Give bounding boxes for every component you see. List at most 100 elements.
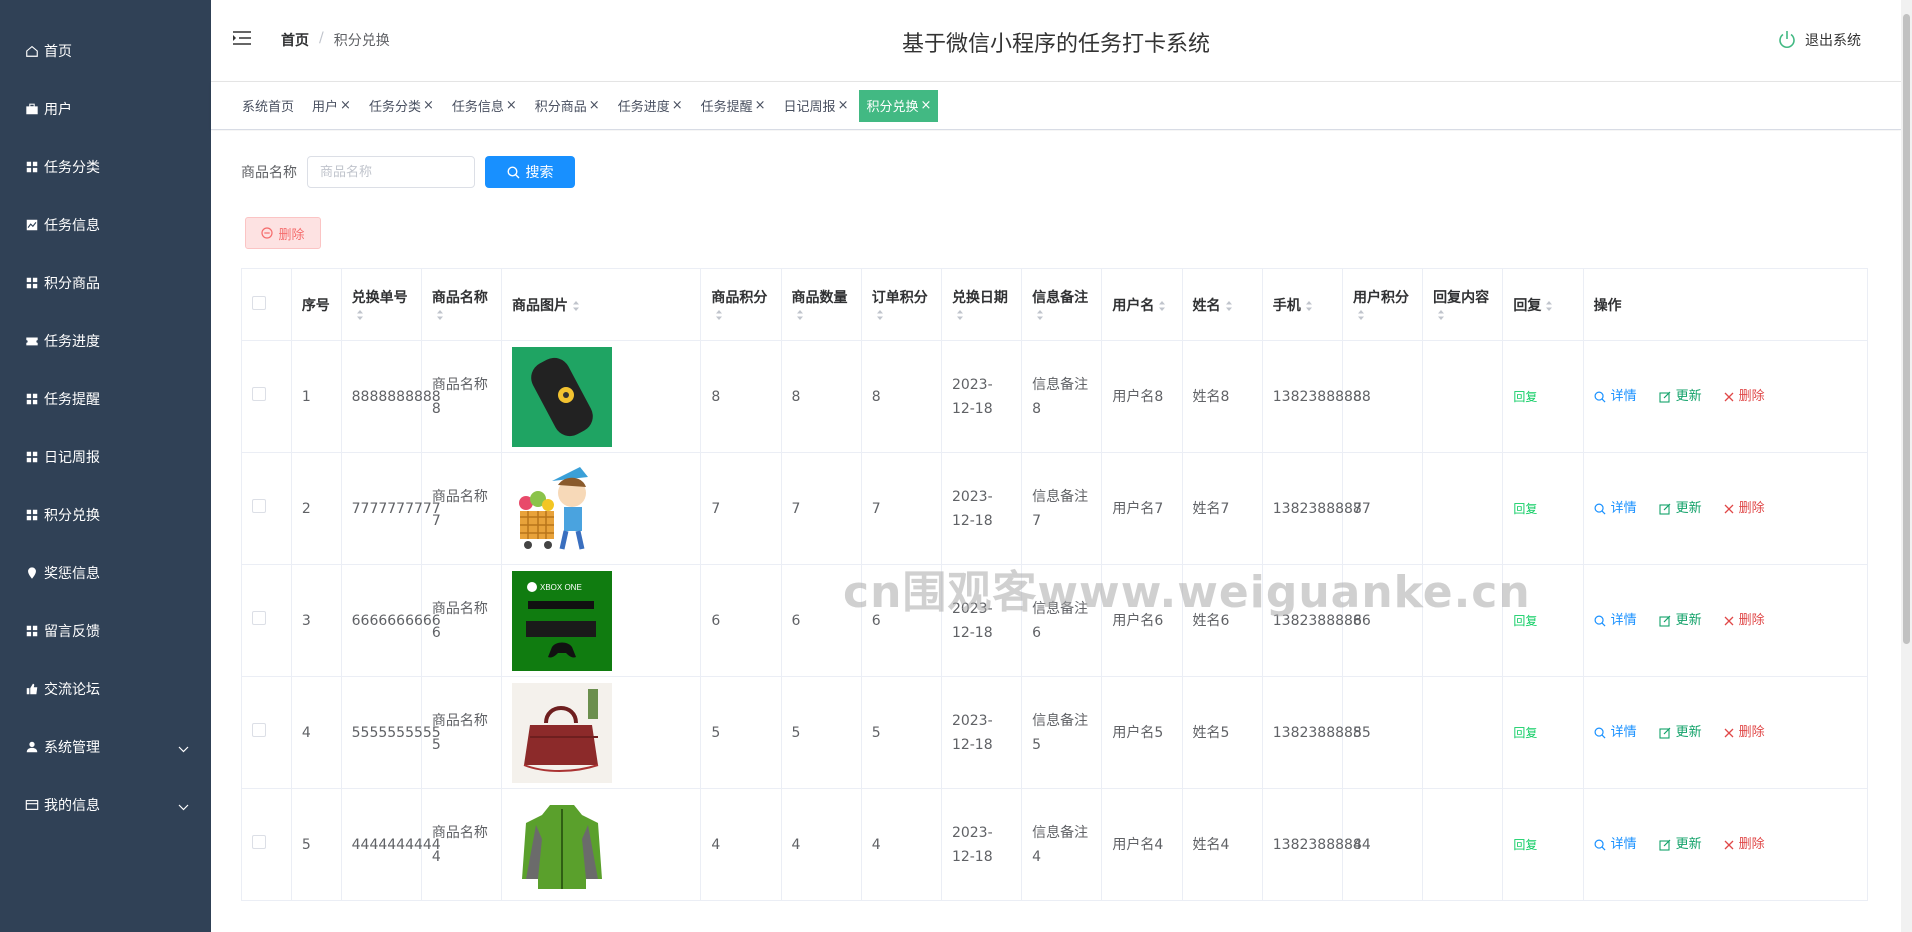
sidebar-item-7[interactable]: 任务提醒	[0, 370, 211, 428]
sort-caret-icon[interactable]	[352, 307, 364, 323]
view-button[interactable]: 详情	[1594, 609, 1637, 633]
sidebar-item-2[interactable]: 用户	[0, 80, 211, 138]
sidebar-item-11[interactable]: 留言反馈	[0, 602, 211, 660]
close-icon[interactable]: ×	[423, 98, 434, 113]
edit-button[interactable]: 更新	[1659, 721, 1702, 745]
column-header-2[interactable]: 兑换单号	[340, 268, 422, 341]
reply-link[interactable]: 回复	[1513, 502, 1537, 516]
view-button[interactable]: 详情	[1594, 721, 1637, 745]
cell-points: 7	[700, 452, 782, 565]
delete-button[interactable]: 删除	[1724, 721, 1765, 745]
tag-5[interactable]: 积分商品 ×	[528, 90, 607, 122]
row-checkbox[interactable]	[252, 722, 266, 737]
tag-8[interactable]: 日记周报 ×	[777, 90, 856, 122]
close-icon[interactable]: ×	[589, 98, 600, 113]
sort-caret-icon[interactable]	[568, 298, 580, 314]
column-header-8[interactable]: 兑换日期	[940, 268, 1023, 341]
sort-caret-icon[interactable]	[1301, 298, 1313, 314]
view-button[interactable]: 详情	[1594, 497, 1637, 521]
sort-caret-icon[interactable]	[1154, 298, 1166, 314]
sort-caret-icon[interactable]	[952, 307, 964, 323]
delete-button[interactable]: 删除	[1724, 497, 1765, 521]
scrollbar-thumb[interactable]	[1903, 14, 1910, 644]
edit-button[interactable]: 更新	[1659, 609, 1702, 633]
sidebar-item-4[interactable]: 任务信息	[0, 196, 211, 254]
column-header-5[interactable]: 商品积分	[700, 268, 782, 341]
row-checkbox[interactable]	[252, 386, 266, 401]
logout-button[interactable]: 退出系统	[1777, 30, 1861, 50]
sort-caret-icon[interactable]	[432, 307, 444, 323]
sidebar-item-12[interactable]: 交流论坛	[0, 660, 211, 718]
page-scrollbar[interactable]	[1901, 0, 1912, 932]
sidebar-item-9[interactable]: 积分兑换	[0, 486, 211, 544]
tag-7[interactable]: 任务提醒 ×	[694, 90, 773, 122]
close-icon[interactable]: ×	[672, 98, 683, 113]
sort-caret-icon[interactable]	[872, 307, 884, 323]
sidebar-item-13[interactable]: 系统管理	[0, 718, 211, 776]
sidebar-item-3[interactable]: 任务分类	[0, 138, 211, 196]
edit-button[interactable]: 更新	[1659, 833, 1702, 857]
cell-qty: 4	[780, 788, 862, 901]
reply-link[interactable]: 回复	[1513, 726, 1537, 740]
sort-caret-icon[interactable]	[1032, 307, 1044, 323]
tag-9[interactable]: 积分兑换 ×	[859, 89, 939, 122]
column-header-14[interactable]: 回复内容	[1422, 268, 1504, 341]
close-icon[interactable]: ×	[920, 98, 931, 113]
close-icon[interactable]: ×	[838, 98, 849, 113]
sort-caret-icon[interactable]	[1541, 298, 1553, 314]
column-header-11[interactable]: 姓名	[1181, 268, 1263, 341]
sort-caret-icon[interactable]	[1433, 307, 1445, 323]
sidebar-item-8[interactable]: 日记周报	[0, 428, 211, 486]
close-icon[interactable]: ×	[340, 98, 351, 113]
sort-caret-icon[interactable]	[1221, 298, 1233, 314]
sidebar-item-5[interactable]: 积分商品	[0, 254, 211, 312]
column-header-13[interactable]: 用户积分	[1341, 268, 1424, 341]
bulk-delete-button[interactable]: 删除	[245, 217, 321, 249]
view-button[interactable]: 详情	[1594, 833, 1637, 857]
sidebar-item-1[interactable]: 首页	[0, 22, 211, 80]
cell-user-points: 7	[1341, 452, 1424, 565]
cell-text: 2023-12-18	[951, 376, 993, 417]
sidebar-item-14[interactable]: 我的信息	[0, 776, 211, 834]
column-header-10[interactable]: 用户名	[1101, 268, 1183, 341]
search-button[interactable]: 搜索	[485, 156, 575, 188]
column-header-6[interactable]: 商品数量	[780, 268, 862, 341]
cell-reply: 回复	[1502, 676, 1584, 789]
column-header-15[interactable]: 回复	[1502, 268, 1584, 341]
edit-button[interactable]: 更新	[1659, 385, 1702, 409]
sidebar-item-label: 任务信息	[44, 218, 100, 234]
delete-button[interactable]: 删除	[1724, 833, 1765, 857]
select-all-checkbox[interactable]	[252, 295, 266, 310]
reply-link[interactable]: 回复	[1513, 838, 1537, 852]
sort-caret-icon[interactable]	[792, 307, 804, 323]
reply-link[interactable]: 回复	[1513, 390, 1537, 404]
tag-4[interactable]: 任务信息 ×	[445, 90, 524, 122]
tag-3[interactable]: 任务分类 ×	[362, 90, 441, 122]
close-icon[interactable]: ×	[755, 98, 766, 113]
cell-text: 用户名4	[1112, 836, 1164, 853]
cell-text: 商品名称6	[431, 600, 488, 641]
column-header-3[interactable]: 商品名称	[420, 268, 503, 341]
column-header-9[interactable]: 信息备注	[1021, 268, 1103, 341]
sidebar-item-6[interactable]: 任务进度	[0, 312, 211, 370]
search-input[interactable]	[307, 156, 475, 188]
sort-caret-icon[interactable]	[1353, 307, 1365, 323]
row-checkbox[interactable]	[252, 498, 266, 513]
tag-1[interactable]: 系统首页	[235, 90, 301, 122]
reply-link[interactable]: 回复	[1513, 614, 1537, 628]
delete-button[interactable]: 删除	[1724, 609, 1765, 633]
tag-6[interactable]: 任务进度 ×	[611, 90, 690, 122]
column-header-4[interactable]: 商品图片	[501, 268, 702, 341]
delete-button[interactable]: 删除	[1724, 385, 1765, 409]
close-icon[interactable]: ×	[506, 98, 517, 113]
row-checkbox[interactable]	[252, 610, 266, 625]
view-button[interactable]: 详情	[1594, 385, 1637, 409]
column-header-12[interactable]: 手机	[1261, 268, 1343, 341]
column-header-7[interactable]: 订单积分	[860, 268, 942, 341]
tag-2[interactable]: 用户 ×	[305, 90, 358, 122]
view-label: 详情	[1610, 388, 1637, 404]
sort-caret-icon[interactable]	[711, 307, 723, 323]
row-checkbox[interactable]	[252, 834, 266, 849]
sidebar-item-10[interactable]: 奖惩信息	[0, 544, 211, 602]
edit-button[interactable]: 更新	[1659, 497, 1702, 521]
